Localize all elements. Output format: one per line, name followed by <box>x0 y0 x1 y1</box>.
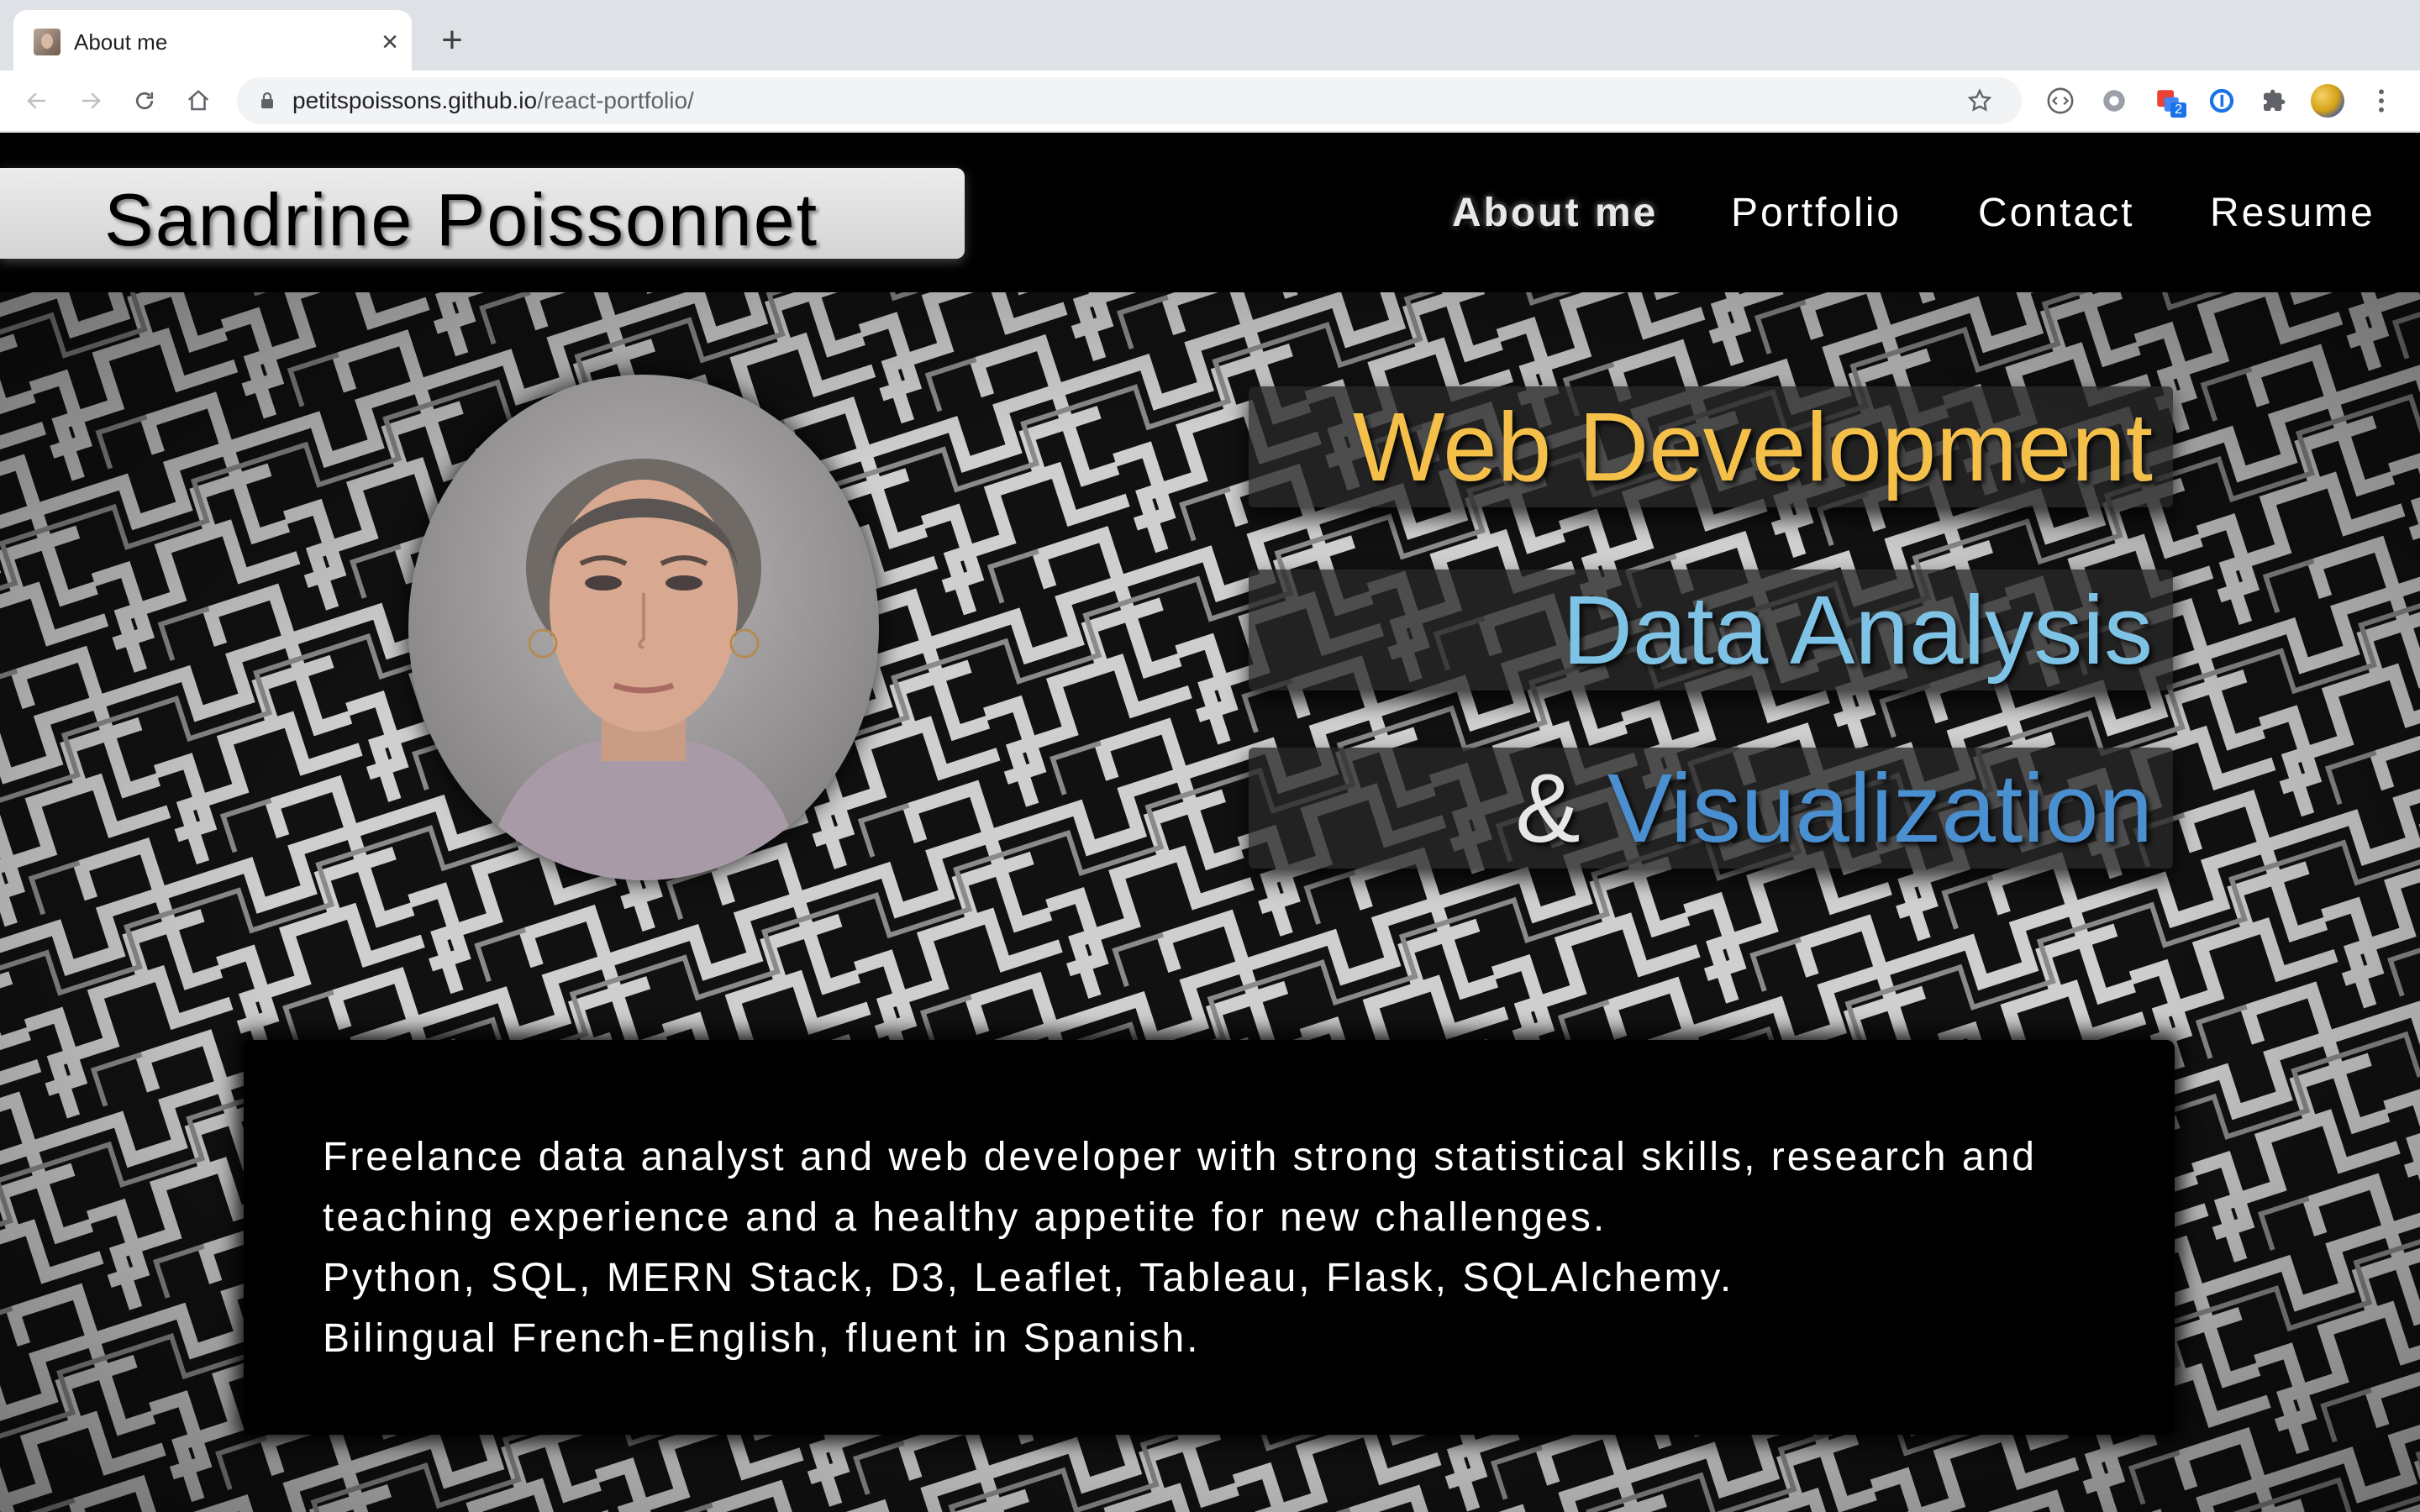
tagline-data-analysis-box: Data Analysis <box>1249 570 2173 690</box>
nav-portfolio[interactable]: Portfolio <box>1731 190 1902 237</box>
nav-about-me[interactable]: About me <box>1452 190 1658 237</box>
url-host: petitspoissons.github.io <box>292 87 538 113</box>
extensions-puzzle-icon[interactable] <box>2255 82 2292 119</box>
bio-line: Python, SQL, MERN Stack, D3, Leaflet, Ta… <box>323 1256 1734 1300</box>
bookmark-star-icon[interactable] <box>1966 87 1993 114</box>
url-text: petitspoissons.github.io/react-portfolio… <box>292 87 694 114</box>
hero-section: Web Development Data Analysis & Visualiz… <box>0 292 2420 1512</box>
reload-icon[interactable] <box>126 82 163 119</box>
tagline-visualization-text: Visualization <box>1607 753 2153 863</box>
menu-kebab-icon[interactable] <box>2363 82 2400 119</box>
browser-toolbar: petitspoissons.github.io/react-portfolio… <box>0 71 2420 133</box>
tagline-web-development: Web Development <box>1352 392 2153 501</box>
bio-line: Freelance data analyst and web developer… <box>323 1135 2037 1179</box>
translate-extension-icon[interactable]: 2 <box>2149 82 2186 119</box>
new-tab-icon[interactable]: + <box>434 22 471 59</box>
home-icon[interactable] <box>180 82 217 119</box>
tagline-visualization-box: & Visualization <box>1249 748 2173 869</box>
back-icon[interactable] <box>18 82 55 119</box>
profile-avatar[interactable] <box>2309 82 2346 119</box>
site-name: Sandrine Poissonnet <box>104 178 819 261</box>
browser-tab-strip: About me × + <box>0 0 2420 71</box>
forward-icon[interactable] <box>72 82 109 119</box>
site-header: Sandrine Poissonnet About me Portfolio C… <box>0 133 2420 292</box>
code-extension-icon[interactable] <box>2042 82 2079 119</box>
nav-resume[interactable]: Resume <box>2210 190 2375 237</box>
favicon-icon <box>34 29 60 55</box>
bio-line: Bilingual French-English, fluent in Span… <box>323 1316 1201 1361</box>
address-bar[interactable]: petitspoissons.github.io/react-portfolio… <box>237 77 2022 124</box>
browser-tab[interactable]: About me × <box>13 10 412 71</box>
tagline-ampersand: & <box>1515 753 1581 863</box>
tagline-visualization: & Visualization <box>1515 756 2153 860</box>
name-plate: Sandrine Poissonnet <box>0 168 965 261</box>
password-extension-icon[interactable] <box>2203 82 2240 119</box>
nav-contact[interactable]: Contact <box>1978 190 2134 237</box>
extension-badge: 2 <box>2170 102 2186 118</box>
url-path: /react-portfolio/ <box>537 87 694 113</box>
bio-line: teaching experience and a healthy appeti… <box>323 1195 1607 1240</box>
gear-extension-icon[interactable] <box>2096 82 2133 119</box>
tagline-data-analysis: Data Analysis <box>1562 575 2153 685</box>
profile-photo <box>408 375 879 880</box>
bio-card: Freelance data analyst and web developer… <box>244 1040 2175 1435</box>
tab-title: About me <box>74 29 168 55</box>
close-tab-icon[interactable]: × <box>373 25 407 59</box>
tagline-web-development-box: Web Development <box>1249 386 2173 507</box>
lock-icon <box>257 91 277 111</box>
